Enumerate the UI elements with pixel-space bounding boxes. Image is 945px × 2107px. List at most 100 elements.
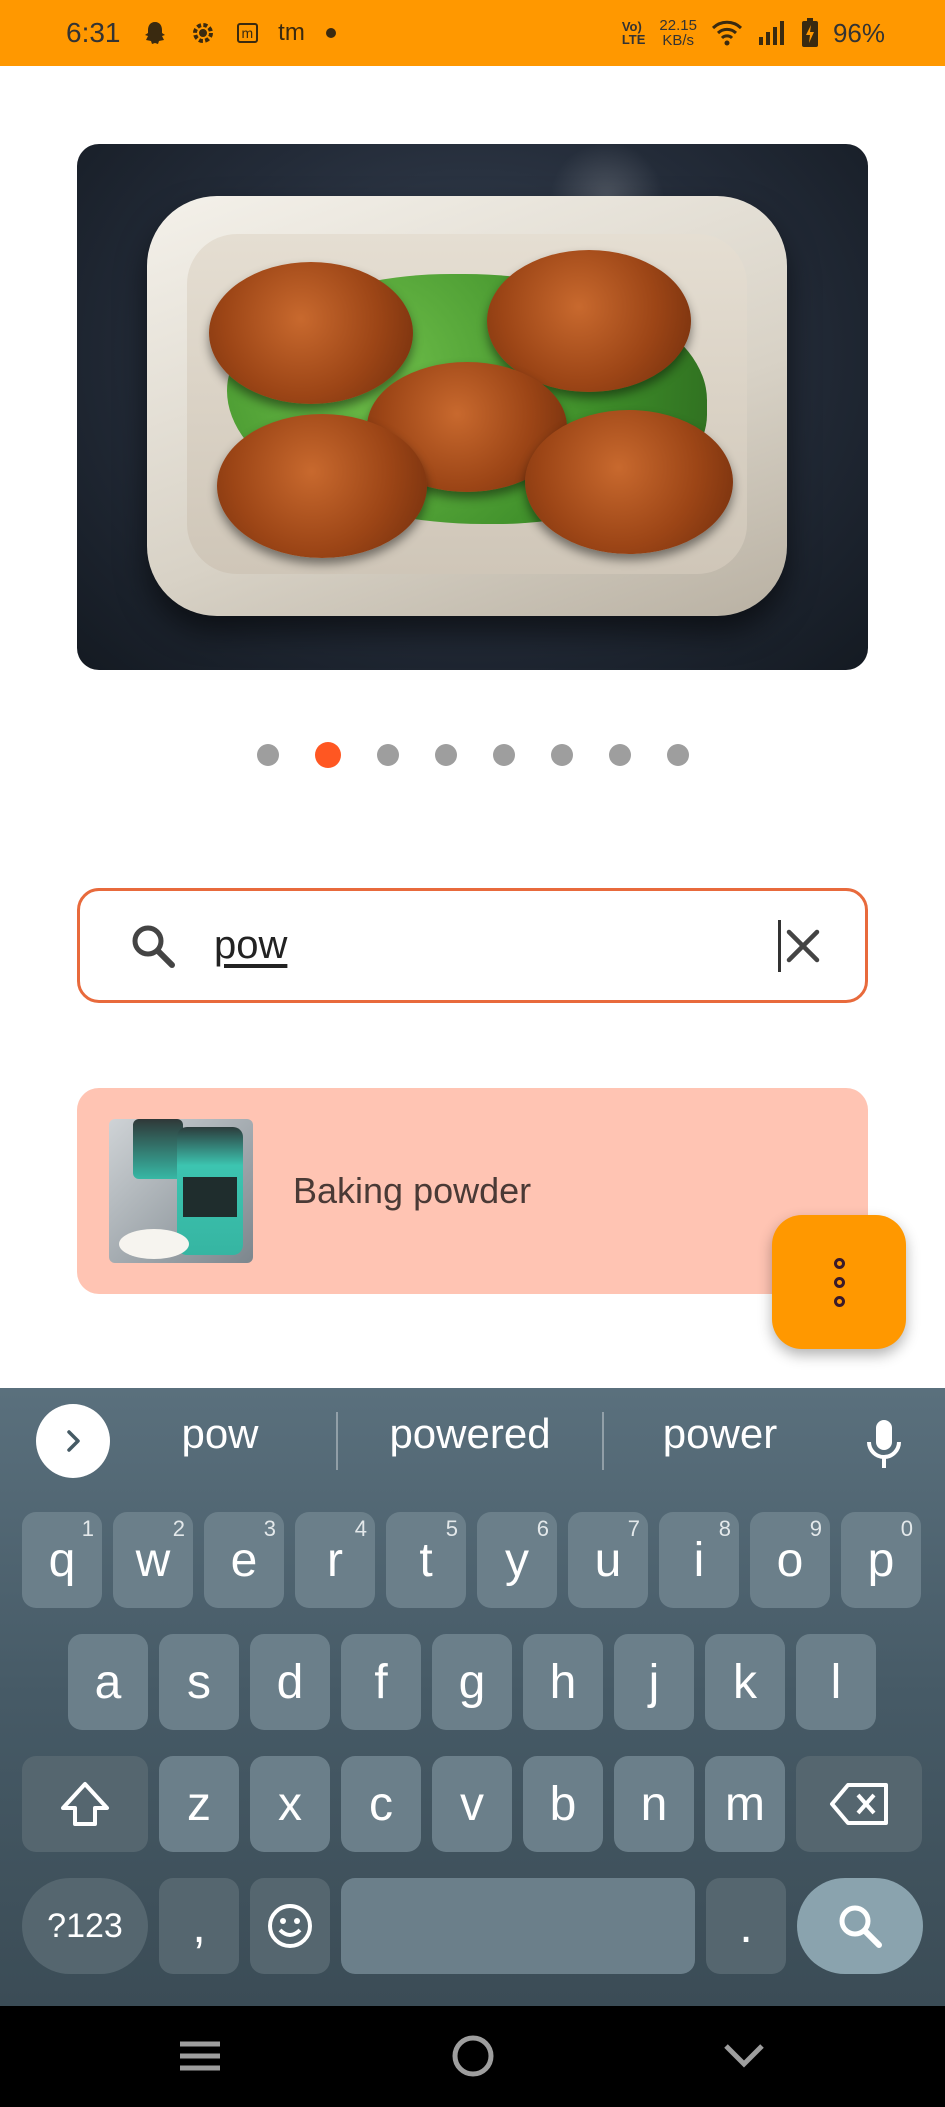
shift-key[interactable] [22,1756,148,1852]
food-tray [147,196,787,616]
jar-label [183,1177,237,1217]
soft-keyboard: pow powered power q1w2e3r4t5y6u7i8o9p0as… [0,1388,945,2006]
key-label: b [549,1777,577,1831]
key-o[interactable]: o9 [750,1512,830,1608]
key-a[interactable]: a [68,1634,148,1730]
powder-pile [119,1229,189,1259]
key-c[interactable]: c [341,1756,421,1852]
suggestion-bar: pow powered power [0,1388,945,1492]
key-d[interactable]: d [250,1634,330,1730]
suggestion-divider [336,1412,338,1470]
key-z[interactable]: z [159,1756,239,1852]
carousel-dot[interactable] [256,744,279,766]
key-label: r [327,1533,343,1587]
key-p[interactable]: p0 [841,1512,921,1608]
menu-icon[interactable] [170,2026,230,2086]
result-label: Baking powder [293,1170,532,1211]
backspace-icon [830,1783,888,1825]
key-m[interactable]: m [705,1756,785,1852]
comma-key[interactable]: , [159,1878,239,1974]
baking-powder-thumbnail [109,1119,253,1263]
key-label: a [94,1655,122,1709]
tm-app-icon: tm [278,19,305,46]
key-hint: 3 [263,1516,276,1541]
key-g[interactable]: g [432,1634,512,1730]
key-hint: 5 [445,1516,458,1541]
search-field[interactable]: pow [77,888,868,1003]
key-hint: 8 [718,1516,731,1541]
close-icon[interactable] [781,924,825,968]
backspace-key[interactable] [796,1756,922,1852]
carousel-dot[interactable] [434,744,457,766]
carousel-dot[interactable] [376,744,399,766]
microphone-icon[interactable] [864,1418,904,1472]
key-i[interactable]: i8 [659,1512,739,1608]
more-options-button[interactable] [772,1215,906,1349]
key-label: m [725,1777,765,1831]
key-hint: 4 [354,1516,367,1541]
key-label: y [505,1533,529,1587]
volte-indicator: Vo) LTE [622,20,646,46]
battery-percent: 96% [832,17,885,48]
key-v[interactable]: v [432,1756,512,1852]
shift-icon [61,1782,109,1826]
suggestion-divider [602,1412,604,1470]
symbols-key[interactable]: ?123 [22,1878,148,1974]
result-item-baking-powder[interactable]: Baking powder [77,1088,868,1294]
emoji-icon [268,1904,312,1948]
settings-gear-icon [189,19,217,47]
key-label: ?123 [47,1906,123,1945]
key-q[interactable]: q1 [22,1512,102,1608]
key-u[interactable]: u7 [568,1512,648,1608]
search-enter-key[interactable] [797,1878,923,1974]
status-right: Vo) LTE 22.15 KB/s 96% [622,18,885,49]
space-key[interactable] [341,1878,695,1974]
key-e[interactable]: e3 [204,1512,284,1608]
key-t[interactable]: t5 [386,1512,466,1608]
key-k[interactable]: k [705,1634,785,1730]
key-hint: 6 [536,1516,549,1541]
carousel-dot-active[interactable] [314,742,341,768]
search-input[interactable]: pow [214,923,778,968]
period-key[interactable]: . [706,1878,786,1974]
carousel-image-falafel[interactable] [77,144,868,670]
key-j[interactable]: j [614,1634,694,1730]
key-label: j [648,1655,660,1709]
key-hint: 9 [809,1516,822,1541]
search-icon [130,923,176,969]
suggestion-1[interactable]: pow [130,1410,310,1458]
key-label: w [135,1533,171,1587]
carousel-dot[interactable] [550,744,573,766]
key-label: q [48,1533,76,1587]
status-time: 6:31 [66,17,121,48]
jar-back [133,1119,183,1179]
key-w[interactable]: w2 [113,1512,193,1608]
carousel-dot[interactable] [666,744,689,766]
key-label: o [776,1533,804,1587]
carousel-dot[interactable] [608,744,631,766]
key-label: s [187,1655,211,1709]
key-f[interactable]: f [341,1634,421,1730]
more-vertical-icon-dot [833,1295,845,1307]
key-label: u [594,1533,622,1587]
key-y[interactable]: y6 [477,1512,557,1608]
key-label: k [733,1655,757,1709]
emoji-key[interactable] [250,1878,330,1974]
key-b[interactable]: b [523,1756,603,1852]
key-x[interactable]: x [250,1756,330,1852]
carousel-dot[interactable] [492,744,515,766]
key-n[interactable]: n [614,1756,694,1852]
key-label: d [276,1655,304,1709]
suggestion-2[interactable]: powered [360,1410,580,1458]
wifi-icon [711,19,743,47]
suggestion-3[interactable]: power [620,1410,820,1458]
falafel-item [209,262,413,404]
key-l[interactable]: l [796,1634,876,1730]
key-s[interactable]: s [159,1634,239,1730]
key-label: c [369,1777,393,1831]
back-chevron-icon[interactable] [714,2026,774,2086]
key-r[interactable]: r4 [295,1512,375,1608]
key-h[interactable]: h [523,1634,603,1730]
chevron-right-icon[interactable] [36,1404,110,1478]
home-icon[interactable] [443,2026,503,2086]
